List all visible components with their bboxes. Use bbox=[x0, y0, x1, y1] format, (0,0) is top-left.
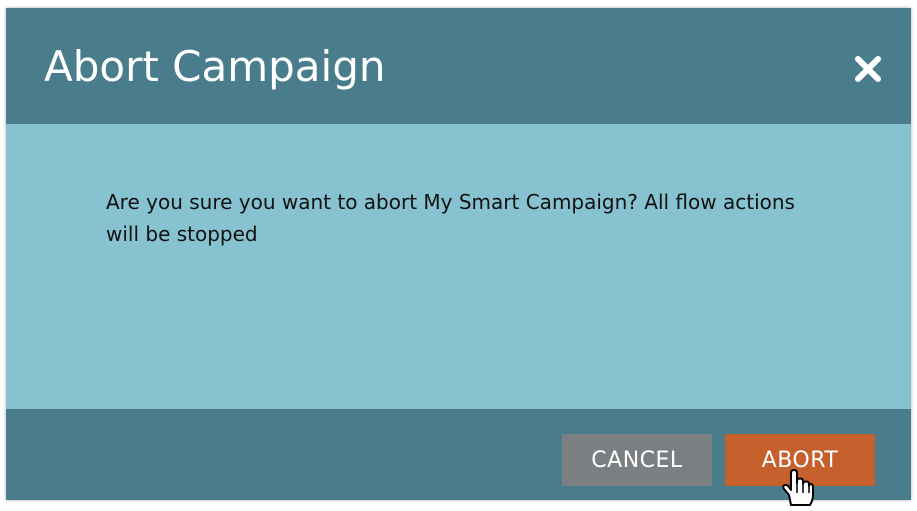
dialog-body: Are you sure you want to abort My Smart … bbox=[6, 124, 911, 409]
dialog-header: Abort Campaign bbox=[6, 8, 911, 124]
close-icon bbox=[855, 56, 881, 82]
dialog-footer: CANCEL ABORT bbox=[6, 409, 911, 500]
dialog-message: Are you sure you want to abort My Smart … bbox=[106, 190, 795, 246]
dialog-title: Abort Campaign bbox=[44, 42, 386, 91]
cancel-button[interactable]: CANCEL bbox=[562, 434, 712, 486]
abort-campaign-dialog: Abort Campaign Are you sure you want to … bbox=[6, 8, 911, 500]
abort-button[interactable]: ABORT bbox=[725, 434, 875, 486]
close-button[interactable] bbox=[853, 54, 883, 84]
